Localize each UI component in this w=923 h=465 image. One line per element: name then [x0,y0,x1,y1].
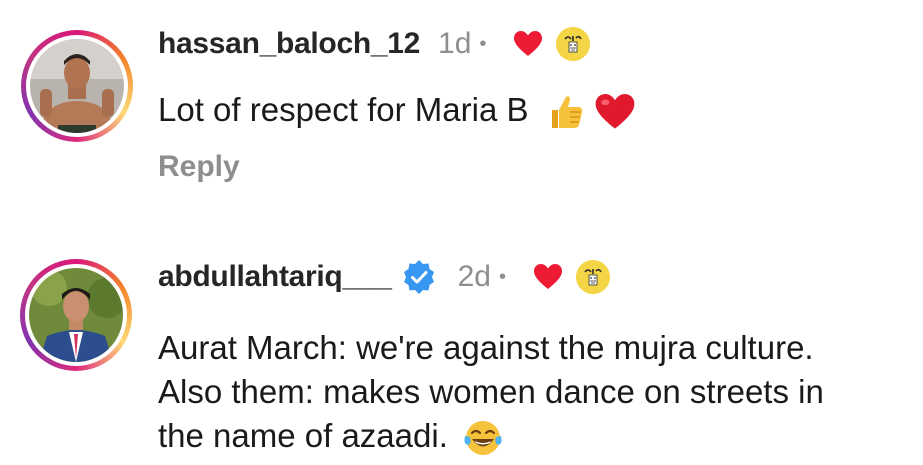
comment-text-line: Also them: makes women dance on streets … [158,373,824,410]
separator-dot: • [479,32,487,55]
username[interactable]: abdullahtariq___ [158,260,392,294]
tears-of-joy-icon [464,421,502,456]
heart-reaction-icon[interactable] [514,31,543,57]
comment-item: abdullahtariq___ 2d • Aurat March: we're… [0,230,923,465]
comment-item: hassan_baloch_12 1d • Lot of respect for… [0,0,923,230]
comment-text: Lot of respect for Maria B [158,90,918,132]
comment-text-line: the name of azaadi. [158,417,448,454]
thumbs-up-icon [551,96,582,129]
avatar-photo [30,39,124,133]
comment-header: abdullahtariq___ 2d • [158,259,610,295]
username[interactable]: hassan_baloch_12 [158,27,420,61]
separator-dot: • [498,265,506,288]
verified-badge-icon [403,260,434,294]
creator-badge-icon [576,260,610,294]
timestamp[interactable]: 2d [458,260,491,294]
reply-button[interactable]: Reply [158,150,240,184]
timestamp[interactable]: 1d [438,27,471,61]
avatar[interactable] [20,259,132,371]
comment-text-line: Aurat March: we're against the mujra cul… [158,329,814,366]
avatar-photo [29,268,123,362]
red-heart-icon [595,94,635,129]
heart-reaction-icon[interactable] [534,264,562,290]
creator-badge-icon [556,27,591,61]
comment-text: Aurat March: we're against the mujra cul… [158,326,918,458]
comment-text-line: Lot of respect for Maria B [158,91,529,128]
avatar[interactable] [21,30,133,142]
comment-header: hassan_baloch_12 1d • [158,26,591,62]
